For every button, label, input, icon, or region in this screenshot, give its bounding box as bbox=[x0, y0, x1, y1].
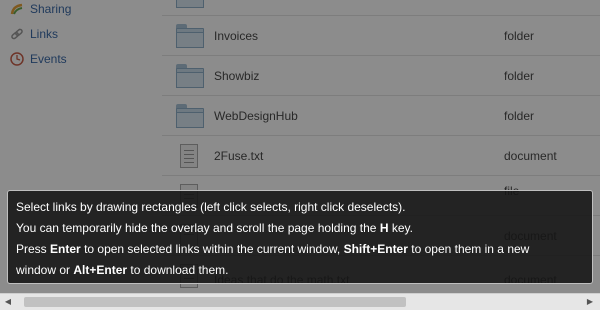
help-text: Select links by drawing rectangles (left… bbox=[16, 200, 406, 214]
hotkey-label: Enter bbox=[50, 242, 81, 256]
scroll-left-icon[interactable]: ◀ bbox=[4, 298, 12, 306]
help-text: to download them. bbox=[130, 263, 229, 277]
help-text: to open selected links within the curren… bbox=[84, 242, 341, 256]
overlay-help-panel: Select links by drawing rectangles (left… bbox=[7, 190, 593, 284]
help-text: You can temporarily hide the overlay and… bbox=[16, 221, 377, 235]
help-text: to open them in a new bbox=[411, 242, 530, 256]
help-line-3: Press Enter to open selected links withi… bbox=[16, 239, 584, 260]
help-line-1: Select links by drawing rectangles (left… bbox=[16, 197, 584, 218]
help-line-2: You can temporarily hide the overlay and… bbox=[16, 218, 584, 239]
hotkey-label: Shift+Enter bbox=[343, 242, 408, 256]
help-text: Press bbox=[16, 242, 47, 256]
scroll-right-icon[interactable]: ▶ bbox=[586, 298, 594, 306]
horizontal-scrollbar[interactable]: ◀ ▶ bbox=[0, 293, 600, 310]
scrollbar-thumb[interactable] bbox=[24, 297, 406, 307]
hotkey-label: H bbox=[379, 221, 389, 235]
help-text: window or bbox=[16, 263, 71, 277]
hotkey-label: Alt+Enter bbox=[73, 263, 128, 277]
help-text: key. bbox=[391, 221, 413, 235]
help-line-4: window or Alt+Enter to download them. bbox=[16, 260, 584, 281]
